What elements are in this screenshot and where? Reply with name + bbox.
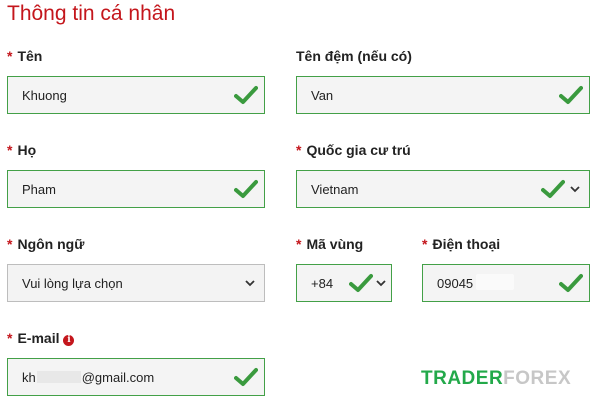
last-name-value[interactable]: Pham: [8, 182, 234, 197]
first-name-label: * Tên: [7, 48, 42, 64]
email-value[interactable]: kh @gmail.com: [8, 370, 234, 385]
brand-part-2: FOREX: [503, 368, 572, 389]
chevron-down-icon[interactable]: [569, 183, 581, 195]
chevron-down-icon[interactable]: [375, 277, 387, 289]
required-mark: *: [7, 330, 13, 346]
language-label-text: Ngôn ngữ: [17, 236, 85, 252]
language-value[interactable]: Vui lòng lựa chọn: [8, 276, 244, 291]
area-code-label: * Mã vùng: [296, 236, 363, 252]
area-code-value[interactable]: +84: [297, 276, 349, 291]
middle-name-label: Tên đệm (nếu có): [296, 48, 412, 64]
check-icon: [541, 180, 565, 198]
required-mark: *: [296, 236, 302, 252]
first-name-field[interactable]: Khuong: [7, 76, 265, 114]
country-label-text: Quốc gia cư trú: [306, 142, 411, 158]
email-label-text: E-mail: [17, 330, 60, 346]
check-icon: [559, 274, 583, 292]
country-value[interactable]: Vietnam: [297, 182, 541, 197]
info-icon[interactable]: i: [63, 335, 75, 346]
language-select[interactable]: Vui lòng lựa chọn: [7, 264, 265, 302]
phone-redaction: [476, 274, 514, 290]
first-name-label-text: Tên: [17, 48, 43, 64]
area-code-select[interactable]: +84: [296, 264, 392, 302]
email-label: * E-mail i: [7, 330, 75, 346]
phone-label: * Điện thoại: [422, 236, 500, 252]
check-icon: [559, 86, 583, 104]
required-mark: *: [296, 142, 302, 158]
required-mark: *: [7, 236, 13, 252]
country-label: * Quốc gia cư trú: [296, 142, 411, 158]
phone-label-text: Điện thoại: [432, 236, 501, 252]
last-name-label: * Họ: [7, 142, 36, 158]
page-title: Thông tin cá nhân: [7, 2, 176, 25]
middle-name-value[interactable]: Van: [297, 88, 559, 103]
email-redaction: [36, 370, 81, 383]
required-mark: *: [7, 142, 13, 158]
check-icon: [234, 86, 258, 104]
check-icon: [234, 368, 258, 386]
brand-watermark: TRADERFOREX: [421, 368, 571, 390]
chevron-down-icon[interactable]: [244, 277, 256, 289]
email-field[interactable]: kh @gmail.com: [7, 358, 265, 396]
area-code-label-text: Mã vùng: [306, 236, 364, 252]
brand-part-1: TRADER: [421, 368, 504, 389]
required-mark: *: [422, 236, 428, 252]
email-value-start: kh: [22, 369, 36, 385]
last-name-field[interactable]: Pham: [7, 170, 265, 208]
check-icon: [234, 180, 258, 198]
check-icon: [349, 274, 373, 292]
last-name-label-text: Họ: [17, 142, 37, 158]
email-value-end: @gmail.com: [81, 369, 155, 385]
country-select[interactable]: Vietnam: [296, 170, 590, 208]
language-label: * Ngôn ngữ: [7, 236, 84, 252]
required-mark: *: [7, 48, 13, 64]
first-name-value[interactable]: Khuong: [8, 88, 234, 103]
middle-name-field[interactable]: Van: [296, 76, 590, 114]
